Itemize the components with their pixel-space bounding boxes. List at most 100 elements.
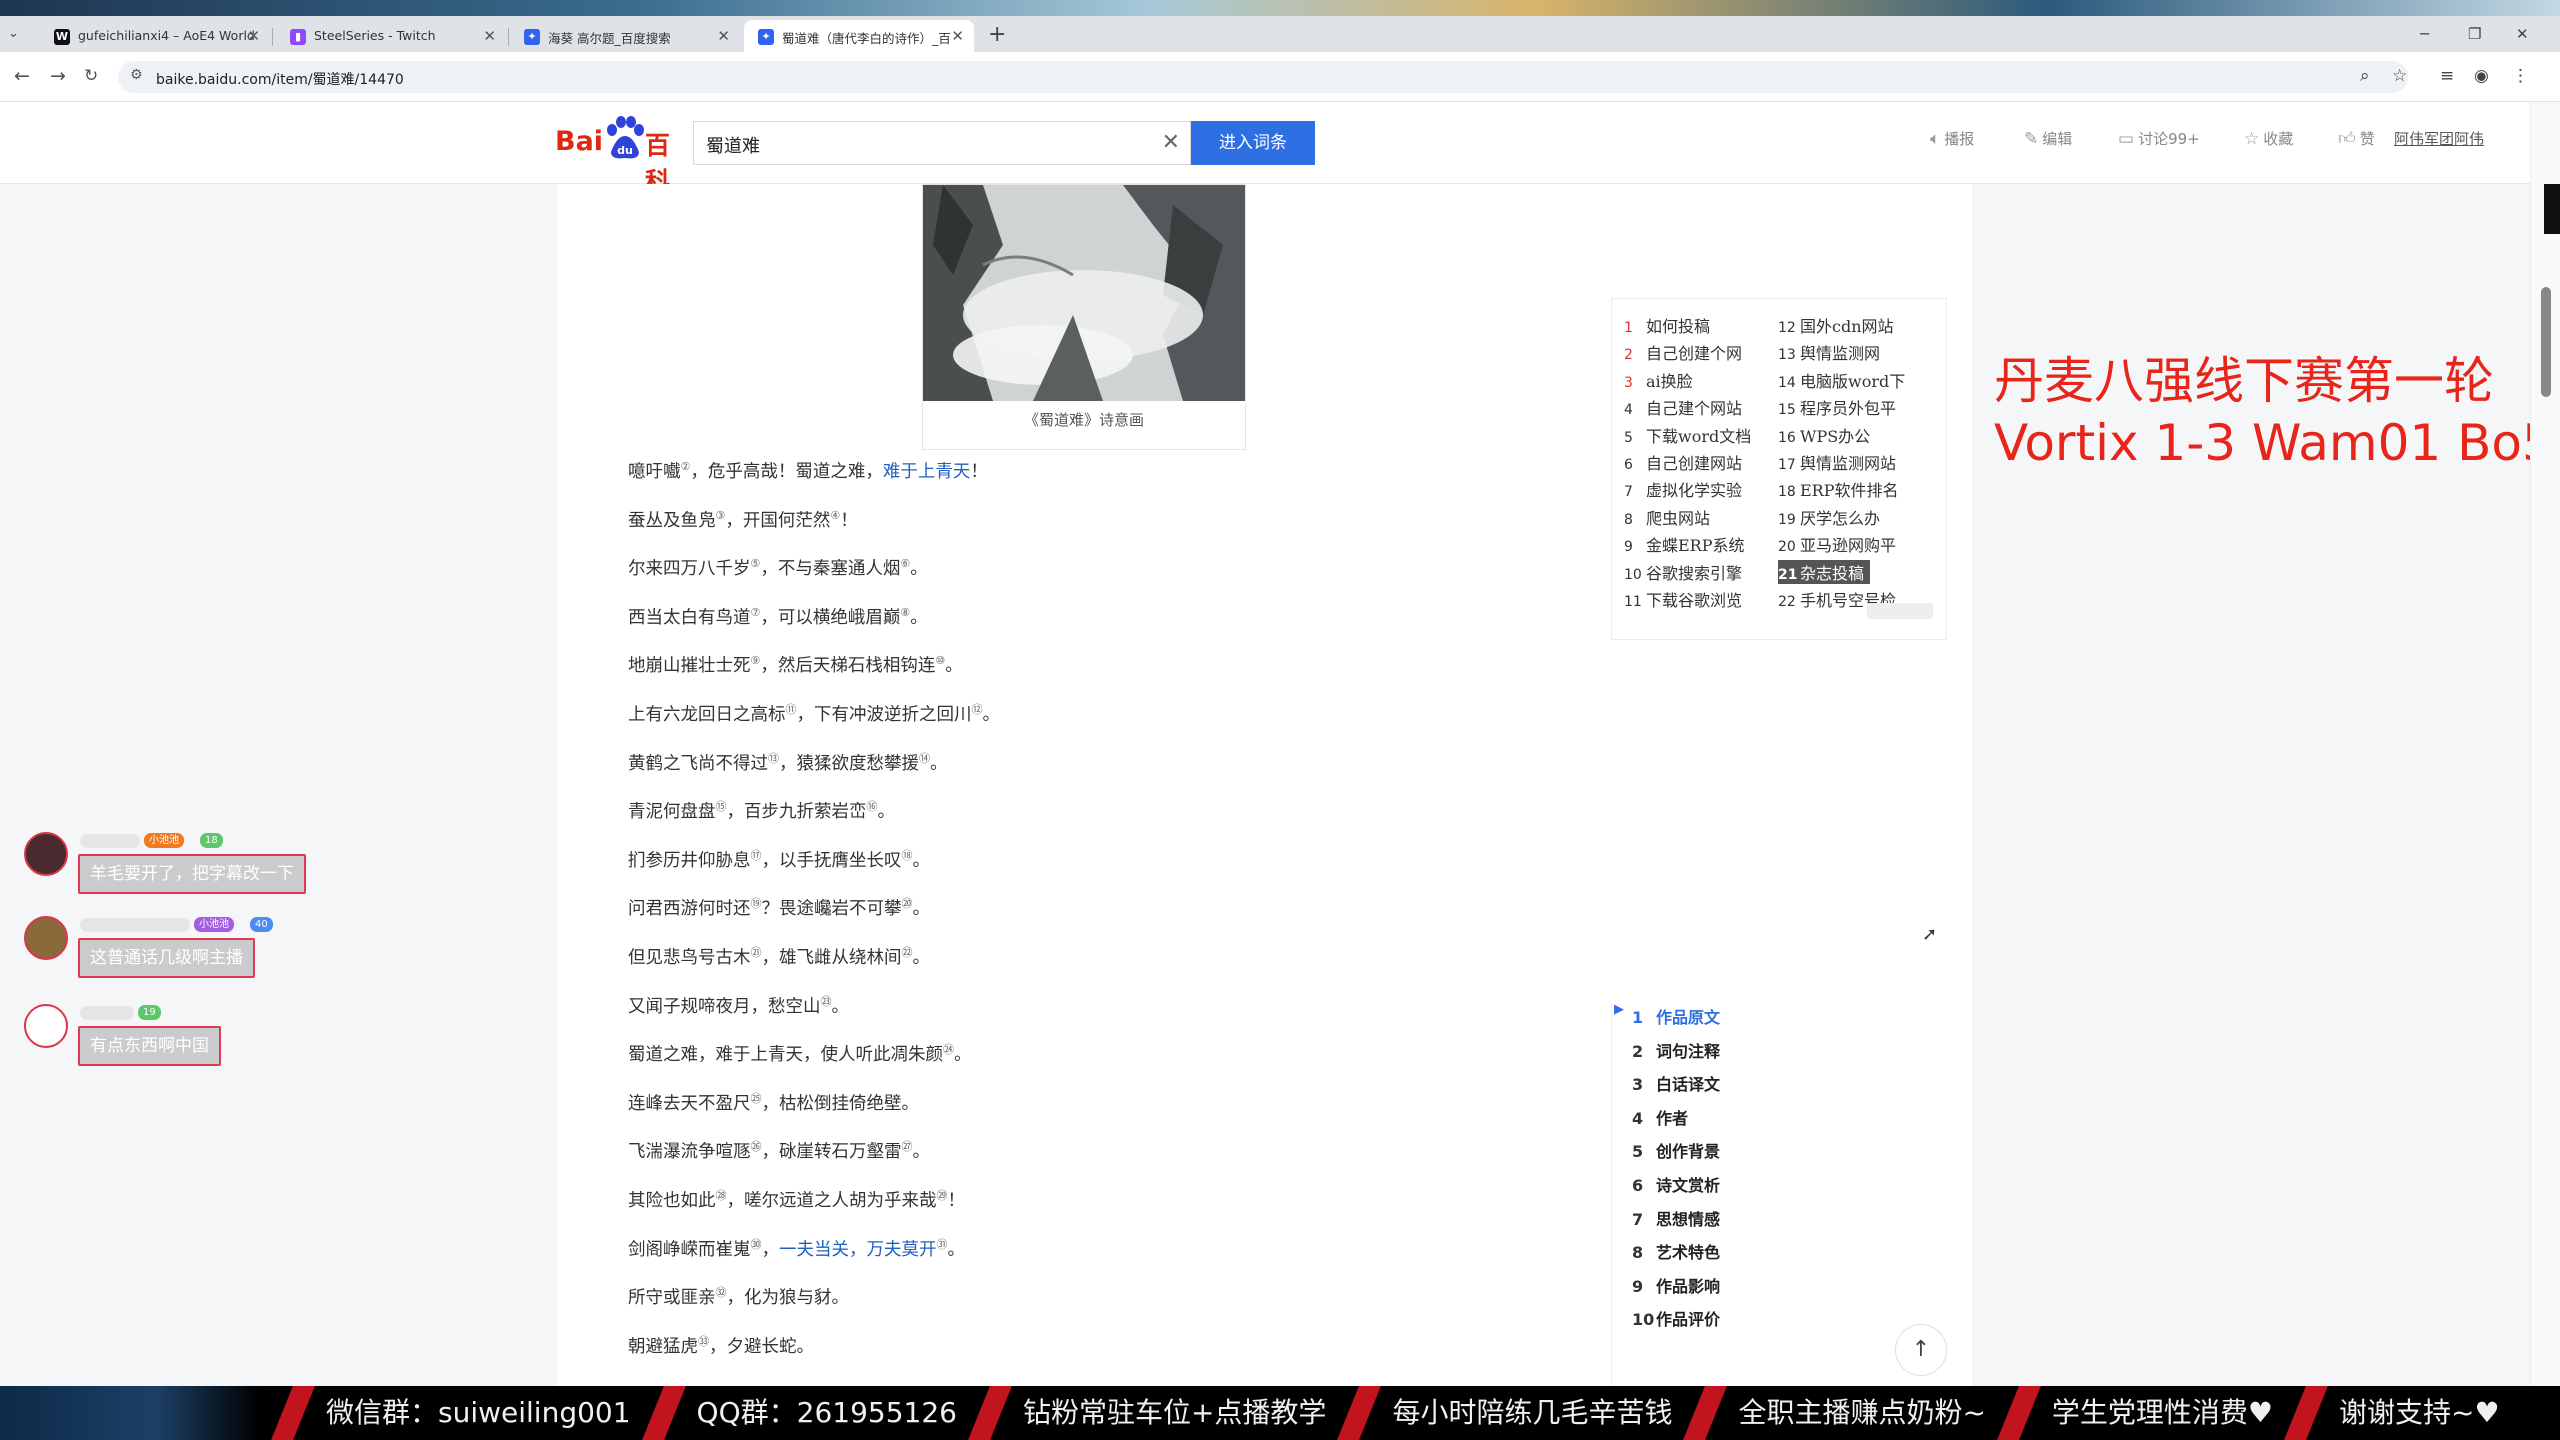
hot-search-item[interactable]: 10 谷歌搜索引擎	[1624, 560, 1742, 584]
forward-icon[interactable]: →	[50, 65, 66, 87]
new-tab-button[interactable]: +	[988, 24, 1006, 46]
hot-search-item[interactable]: 16 WPS办公	[1778, 423, 1870, 447]
hot-search-item[interactable]: 4 自己建个网站	[1624, 395, 1742, 419]
footnote-ref[interactable]: ㉚	[751, 1238, 762, 1251]
landscape-painting-image[interactable]	[923, 185, 1245, 401]
footnote-ref[interactable]: ㉒	[902, 946, 913, 959]
footnote-ref[interactable]: ⑧	[900, 606, 910, 619]
toc-item[interactable]: 9 作品影响	[1632, 1273, 1720, 1297]
toc-item[interactable]: 10 作品评价	[1632, 1306, 1720, 1330]
browser-tab[interactable]: ▮ SteelSeries - Twitch ✕	[276, 20, 506, 52]
page-scrollbar[interactable]	[2530, 102, 2560, 1440]
browser-tab[interactable]: ✦ 海葵 高尔题_百度搜索 ✕	[510, 20, 740, 52]
media-control-icon[interactable]: ≡	[2440, 66, 2454, 86]
poem-link[interactable]: 一夫当关，万夫莫开	[779, 1240, 937, 1260]
toc-item[interactable]: 1 作品原文	[1632, 1004, 1720, 1028]
footnote-ref[interactable]: ⑦	[751, 606, 761, 619]
browser-tab[interactable]: ✦ 蜀道难（唐代李白的诗作）_百 ✕	[744, 20, 974, 52]
hot-search-item[interactable]: 15 程序员外包平	[1778, 395, 1896, 419]
toc-item[interactable]: 7 思想情感	[1632, 1206, 1720, 1230]
user-link-label[interactable]: 阿伟军团阿伟	[2394, 130, 2484, 148]
hot-search-item[interactable]: 20 亚马逊网购平	[1778, 532, 1896, 556]
scrollbar-thumb[interactable]	[2541, 287, 2551, 397]
url-field[interactable]: ⚙ baike.baidu.com/item/蜀道难/14470	[118, 61, 2408, 93]
poem-figure[interactable]: 《蜀道难》诗意画	[922, 184, 1246, 450]
footnote-ref[interactable]: ③	[716, 509, 726, 522]
footnote-ref[interactable]: ㉑	[751, 946, 762, 959]
tab-close-icon[interactable]: ✕	[483, 27, 496, 45]
footnote-ref[interactable]: ⑬	[768, 752, 779, 765]
back-to-top-button[interactable]: ↑	[1895, 1324, 1947, 1376]
toc-item[interactable]: 2 词句注释	[1632, 1038, 1720, 1062]
bookmark-star-icon[interactable]: ☆	[2392, 66, 2407, 86]
footnote-ref[interactable]: ⑲	[751, 898, 762, 911]
broadcast-button[interactable]: 🔈︎ 播报	[1930, 128, 1974, 149]
tab-close-icon[interactable]: ✕	[951, 27, 964, 45]
restore-icon[interactable]: ❐	[2468, 25, 2481, 43]
site-info-icon[interactable]: ⚙	[130, 67, 143, 83]
footnote-ref[interactable]: ⑨	[751, 655, 761, 668]
tab-close-icon[interactable]: ✕	[717, 27, 730, 45]
reload-icon[interactable]: ↻	[84, 66, 98, 86]
profile-icon[interactable]: ◉	[2474, 66, 2489, 86]
hot-search-item[interactable]: 13 舆情监测网	[1778, 340, 1880, 364]
footnote-ref[interactable]: ㉖	[751, 1141, 762, 1154]
footnote-ref[interactable]: ⑫	[972, 703, 983, 716]
hot-search-item[interactable]: 3 ai换脸	[1624, 368, 1693, 392]
discuss-button[interactable]: ▭ 讨论99+	[2118, 128, 2200, 149]
ad-badge[interactable]	[1867, 603, 1933, 619]
hot-search-item[interactable]: 14 电脑版word下	[1778, 368, 1905, 392]
hot-search-item[interactable]: 1 如何投稿	[1624, 313, 1710, 337]
footnote-ref[interactable]: ㉘	[716, 1189, 727, 1202]
footnote-ref[interactable]: ⑭	[919, 752, 930, 765]
favorite-button[interactable]: ☆ 收藏	[2244, 128, 2293, 149]
footnote-ref[interactable]: ㉕	[751, 1092, 762, 1105]
hot-search-item[interactable]: 18 ERP软件排名	[1778, 477, 1899, 501]
toc-item[interactable]: 8 艺术特色	[1632, 1239, 1720, 1263]
footnote-ref[interactable]: ⑮	[716, 800, 727, 813]
hot-search-item[interactable]: 5 下载word文档	[1624, 423, 1751, 447]
footnote-ref[interactable]: ⑱	[902, 849, 913, 862]
search-input-value[interactable]: 蜀道难	[706, 132, 760, 158]
search-input[interactable]: 蜀道难 ✕	[693, 121, 1191, 165]
hot-search-item[interactable]: 7 虚拟化学实验	[1624, 477, 1742, 501]
footnote-ref[interactable]: ⑳	[902, 898, 913, 911]
menu-icon[interactable]: ⋮	[2512, 66, 2529, 86]
url-text[interactable]: baike.baidu.com/item/蜀道难/14470	[156, 69, 404, 89]
browser-tab[interactable]: Wgufeichilianxi4 – AoE4 World ✕	[40, 20, 270, 52]
footnote-ref[interactable]: ⑪	[786, 703, 797, 716]
hot-search-item[interactable]: 17 舆情监测网站	[1778, 450, 1896, 474]
like-button[interactable]: 👍︎ 赞	[2338, 128, 2375, 149]
hot-search-item[interactable]: 8 爬虫网站	[1624, 505, 1710, 529]
footnote-ref[interactable]: ㉔	[943, 1043, 954, 1056]
hot-search-item[interactable]: 11 下载谷歌浏览	[1624, 587, 1742, 611]
toc-item[interactable]: 5 创作背景	[1632, 1138, 1720, 1162]
poem-link[interactable]: 难于上青天	[883, 462, 971, 482]
clear-search-icon[interactable]: ✕	[1162, 130, 1180, 155]
footnote-ref[interactable]: ⑩	[935, 655, 945, 668]
footnote-ref[interactable]: ㉓	[821, 995, 832, 1008]
footnote-ref[interactable]: ㉛	[937, 1238, 948, 1251]
footnote-ref[interactable]: ⑥	[900, 557, 910, 570]
hot-search-item[interactable]: 19 厌学怎么办	[1778, 505, 1880, 529]
footnote-ref[interactable]: ㉜	[716, 1286, 727, 1299]
hot-search-item[interactable]: 12 国外cdn网站	[1778, 313, 1894, 337]
edit-button[interactable]: ✎ 编辑	[2024, 128, 2072, 149]
close-window-icon[interactable]: ✕	[2516, 25, 2529, 43]
hot-search-item[interactable]: 6 自己创建网站	[1624, 450, 1742, 474]
toc-item[interactable]: 4 作者	[1632, 1105, 1688, 1129]
footnote-ref[interactable]: ㉙	[937, 1189, 948, 1202]
hot-search-item[interactable]: 9 金蝶ERP系统	[1624, 532, 1745, 556]
footnote-ref[interactable]: ④	[830, 509, 840, 522]
minimize-icon[interactable]: ─	[2420, 25, 2429, 43]
hot-search-item[interactable]: 2 自己创建个网	[1624, 340, 1742, 364]
back-icon[interactable]: ←	[14, 65, 30, 87]
tab-close-icon[interactable]: ✕	[247, 27, 260, 45]
footnote-ref[interactable]: ⑰	[751, 849, 762, 862]
enter-entry-button[interactable]: 进入词条	[1191, 121, 1315, 165]
zoom-icon[interactable]: ⌕	[2360, 66, 2370, 86]
footnote-ref[interactable]: ㉝	[698, 1335, 709, 1348]
toc-item[interactable]: 6 诗文赏析	[1632, 1172, 1720, 1196]
tab-search-icon[interactable]: ⌄	[8, 26, 26, 44]
footnote-ref[interactable]: ⑤	[751, 557, 761, 570]
